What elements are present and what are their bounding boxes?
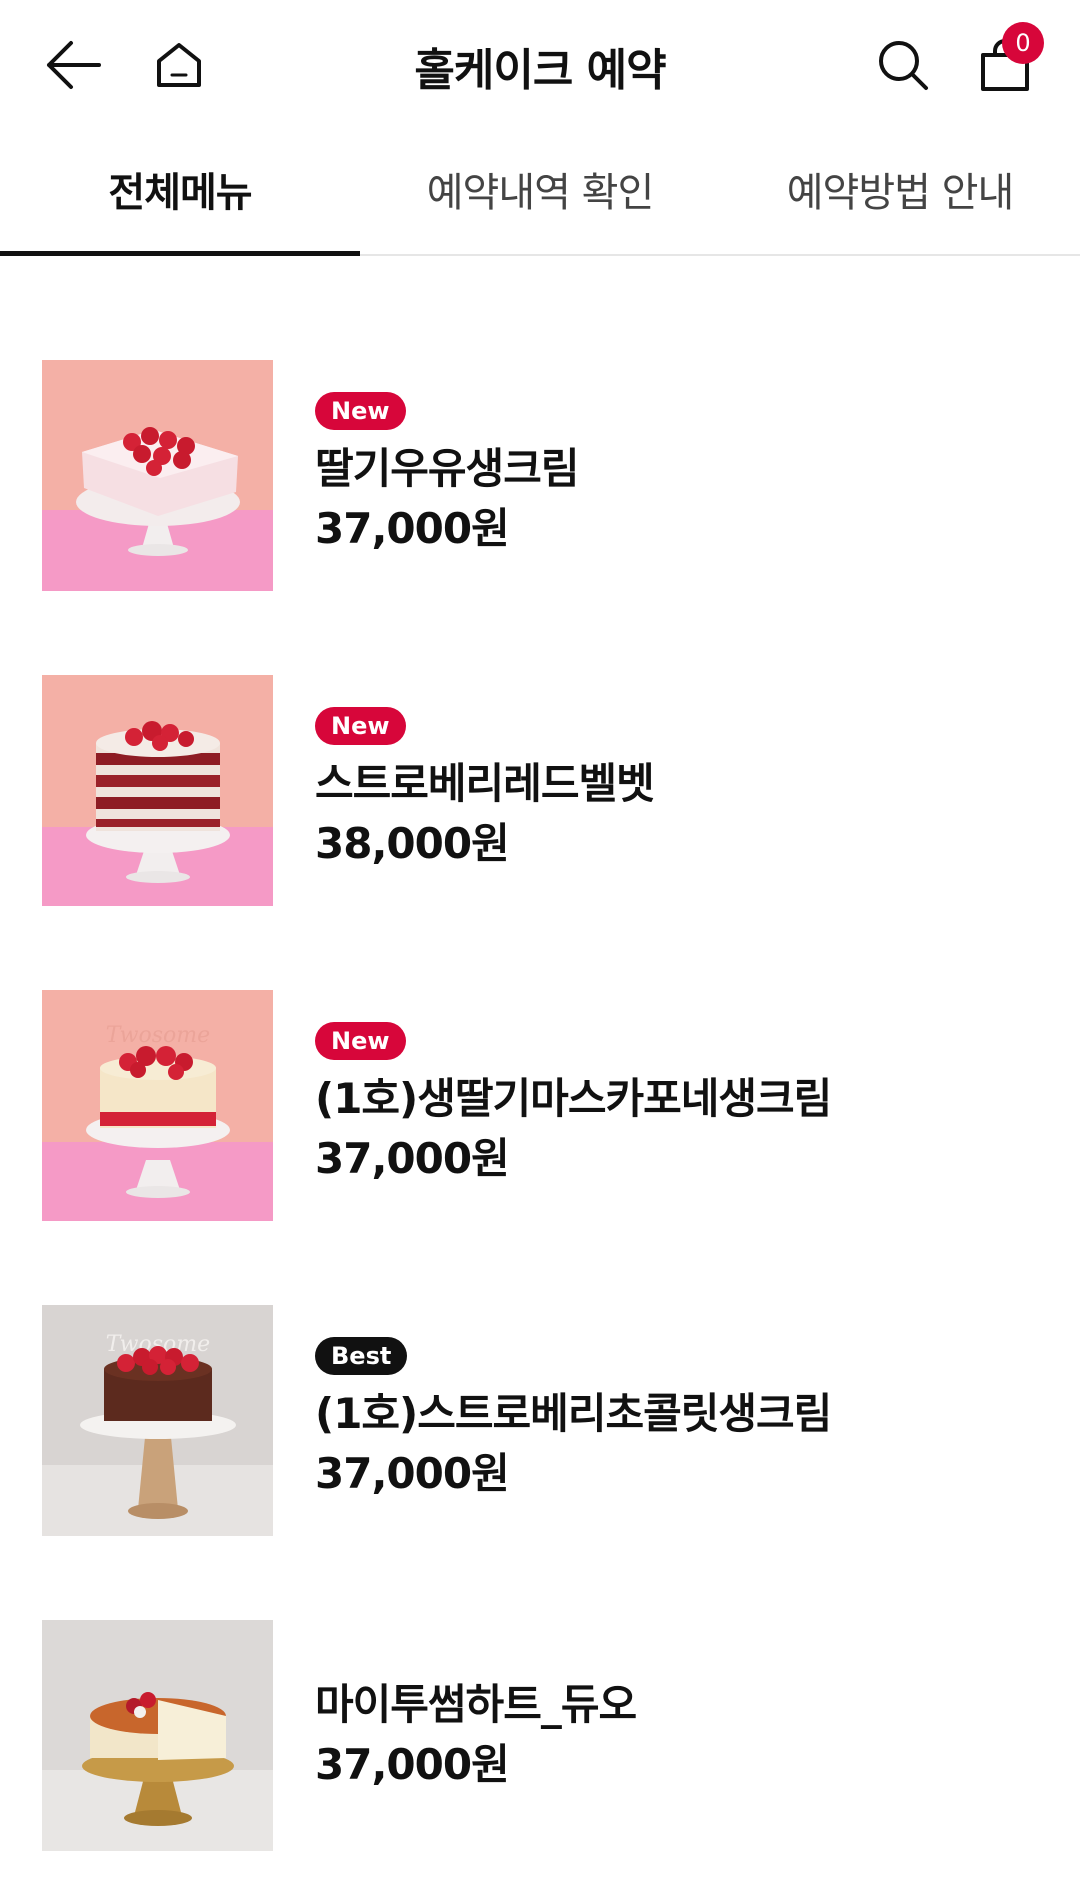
product-price: 37,000원 (315, 503, 510, 553)
product-name: (1호)생딸기마스카포네생크림 (315, 1073, 832, 1123)
product-list: New 딸기우유생크림 37,000원 New 스트로베리레드벨벳 38,000… (0, 256, 1080, 1897)
product-name: (1호)스트로베리초콜릿생크림 (315, 1388, 832, 1438)
product-info: Best (1호)스트로베리초콜릿생크림 37,000원 (315, 1305, 1035, 1536)
product-item[interactable]: Twosome New (1호)생딸기마스카포네생크림 37,000원 (0, 990, 1080, 1305)
product-image: Twosome (42, 990, 273, 1221)
new-badge: New (315, 391, 406, 430)
tab-all-menu[interactable]: 전체메뉴 (0, 130, 360, 256)
cart-button[interactable]: 0 (970, 22, 1044, 100)
tab-reservation-history[interactable]: 예약내역 확인 (360, 130, 720, 254)
product-info: New (1호)생딸기마스카포네생크림 37,000원 (315, 990, 1035, 1221)
product-price: 37,000원 (315, 1448, 510, 1498)
search-icon (879, 41, 928, 90)
product-info: New 스트로베리레드벨벳 38,000원 (315, 675, 1035, 906)
product-image (42, 675, 273, 906)
new-badge: New (315, 1021, 406, 1060)
product-price: 37,000원 (315, 1739, 510, 1789)
product-image (42, 360, 273, 591)
product-price: 38,000원 (315, 818, 510, 868)
cart-count-badge: 0 (1002, 22, 1044, 64)
new-badge: New (315, 706, 406, 745)
product-name: 딸기우유생크림 (315, 443, 579, 493)
product-price: 37,000원 (315, 1133, 510, 1183)
tab-reservation-guide[interactable]: 예약방법 안내 (720, 130, 1080, 254)
top-app-bar: 홀케이크 예약 0 (0, 0, 1080, 130)
product-item[interactable]: New 스트로베리레드벨벳 38,000원 (0, 675, 1080, 990)
product-name: 마이투썸하트_듀오 (315, 1679, 637, 1729)
watermark-text: Twosome (106, 1023, 210, 1048)
search-button[interactable] (868, 30, 938, 100)
product-item[interactable]: Twosome Best (1호)스트로베리초콜릿생크림 37,000원 (0, 1305, 1080, 1620)
product-item[interactable]: 마이투썸하트_듀오 37,000원 (0, 1620, 1080, 1897)
product-info: 마이투썸하트_듀오 37,000원 (315, 1620, 1035, 1851)
product-info: New 딸기우유생크림 37,000원 (315, 360, 1035, 591)
best-badge: Best (315, 1336, 408, 1375)
product-item[interactable]: New 딸기우유생크림 37,000원 (0, 360, 1080, 675)
app-root: 홀케이크 예약 0 전체메뉴 예약내역 확인 예약방법 안내 New 딸기우유생… (0, 0, 1080, 1897)
product-image (42, 1620, 273, 1851)
product-image: Twosome (42, 1305, 273, 1536)
tab-bar: 전체메뉴 예약내역 확인 예약방법 안내 (0, 130, 1080, 256)
product-name: 스트로베리레드벨벳 (315, 758, 655, 808)
